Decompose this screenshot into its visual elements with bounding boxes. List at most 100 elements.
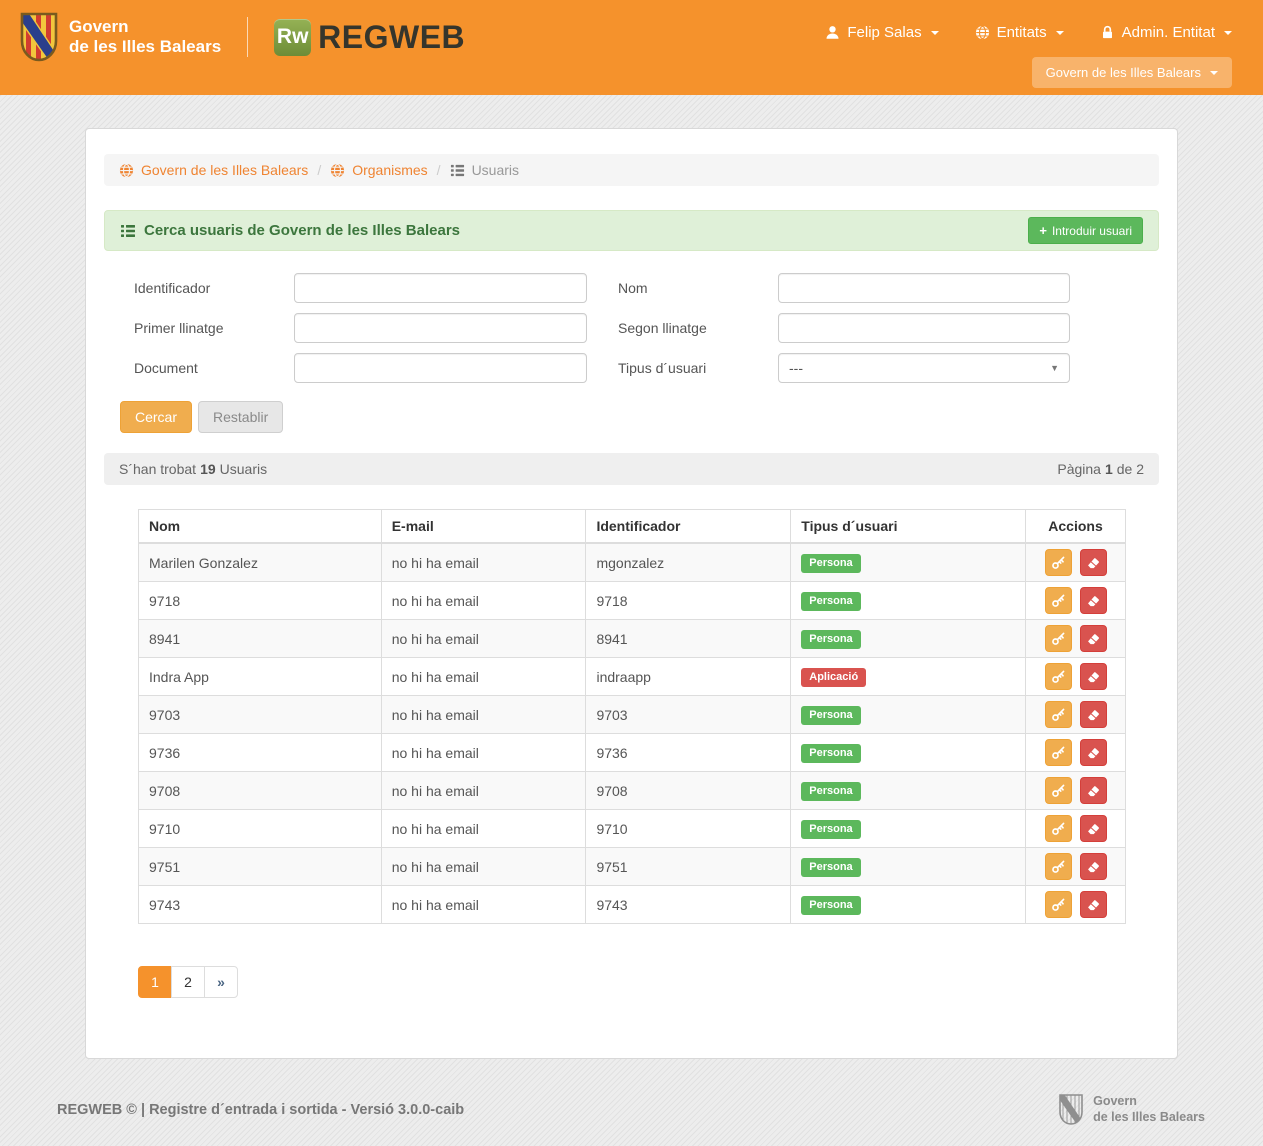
- breadcrumb: Govern de les Illes Balears / Organismes…: [104, 154, 1159, 186]
- cell-accions: [1026, 582, 1126, 620]
- cell-tipus-usuari: Persona: [791, 620, 1026, 658]
- form-field-nom: Nom: [618, 273, 1070, 303]
- cell-nom: Indra App: [139, 658, 382, 696]
- pagination-next-button[interactable]: »: [204, 966, 238, 998]
- key-action-button[interactable]: [1045, 777, 1072, 804]
- form-field-segon-llinatge: Segon llinatge: [618, 313, 1070, 343]
- eraser-action-button[interactable]: [1080, 549, 1107, 576]
- key-action-button[interactable]: [1045, 701, 1072, 728]
- identificador-label: Identificador: [134, 280, 294, 296]
- cell-identificador: indraapp: [586, 658, 791, 696]
- header-divider: [247, 17, 248, 57]
- add-user-button-label: Introduir usuari: [1052, 224, 1132, 238]
- column-header: Identificador: [586, 510, 791, 544]
- table-zone: NomE-mailIdentificadorTipus d´usuariAcci…: [138, 509, 1124, 924]
- breadcrumb-separator: /: [317, 162, 321, 178]
- cell-tipus-usuari: Persona: [791, 543, 1026, 582]
- key-action-button[interactable]: [1045, 625, 1072, 652]
- cell-accions: [1026, 696, 1126, 734]
- table-row: 9703no hi ha email9703Persona: [139, 696, 1126, 734]
- cell-email: no hi ha email: [381, 696, 586, 734]
- eraser-action-button[interactable]: [1080, 815, 1107, 842]
- primer-llinatge-label: Primer llinatge: [134, 320, 294, 336]
- results-bar: S´han trobat 19 Usuaris Pàgina 1 de 2: [104, 453, 1159, 485]
- cell-identificador: 9736: [586, 734, 791, 772]
- eraser-action-button[interactable]: [1080, 701, 1107, 728]
- tipus-usuari-select[interactable]: ---▼: [778, 353, 1070, 383]
- key-icon: [1051, 593, 1066, 608]
- breadcrumb-govern-link[interactable]: Govern de les Illes Balears: [119, 162, 308, 178]
- breadcrumb-usuaris-current: Usuaris: [450, 162, 519, 178]
- breadcrumb-govern-label: Govern de les Illes Balears: [141, 162, 308, 178]
- nav-entitats-menu[interactable]: Entitats: [975, 24, 1064, 41]
- chevron-down-icon: [1210, 71, 1218, 75]
- primer-llinatge-input[interactable]: [294, 313, 587, 343]
- key-action-button[interactable]: [1045, 891, 1072, 918]
- tipus-usuari-label: Tipus d´usuari: [618, 360, 778, 376]
- cell-tipus-usuari: Persona: [791, 582, 1026, 620]
- cell-identificador: 9751: [586, 848, 791, 886]
- nav-user-menu[interactable]: Felip Salas: [825, 24, 938, 41]
- key-icon: [1051, 745, 1066, 760]
- key-action-button[interactable]: [1045, 587, 1072, 614]
- eraser-action-button[interactable]: [1080, 891, 1107, 918]
- segon-llinatge-input[interactable]: [778, 313, 1070, 343]
- form-field-identificador: Identificador: [134, 273, 587, 303]
- key-action-button[interactable]: [1045, 549, 1072, 576]
- table-row: 9710no hi ha email9710Persona: [139, 810, 1126, 848]
- cell-email: no hi ha email: [381, 658, 586, 696]
- list-icon: [450, 163, 465, 178]
- header-nav: Felip Salas Entitats Admin. Entitat: [825, 24, 1232, 41]
- nav-admin-entitat-menu[interactable]: Admin. Entitat: [1100, 24, 1232, 41]
- reset-button[interactable]: Restablir: [198, 401, 283, 433]
- user-type-badge: Persona: [801, 782, 860, 801]
- eraser-action-button[interactable]: [1080, 587, 1107, 614]
- key-icon: [1051, 555, 1066, 570]
- cell-identificador: 9710: [586, 810, 791, 848]
- eraser-action-button[interactable]: [1080, 663, 1107, 690]
- cell-identificador: 9708: [586, 772, 791, 810]
- column-header: E-mail: [381, 510, 586, 544]
- breadcrumb-separator: /: [437, 162, 441, 178]
- cell-email: no hi ha email: [381, 848, 586, 886]
- form-buttons: Cercar Restablir: [120, 401, 1159, 433]
- table-row: Marilen Gonzalezno hi ha emailmgonzalezP…: [139, 543, 1126, 582]
- key-icon: [1051, 631, 1066, 646]
- search-button[interactable]: Cercar: [120, 401, 192, 433]
- eraser-action-button[interactable]: [1080, 739, 1107, 766]
- eraser-icon: [1086, 631, 1101, 646]
- cell-tipus-usuari: Persona: [791, 886, 1026, 924]
- add-user-button[interactable]: Introduir usuari: [1028, 217, 1143, 244]
- document-input[interactable]: [294, 353, 587, 383]
- identificador-input[interactable]: [294, 273, 587, 303]
- pagination: 12»: [138, 966, 238, 998]
- results-summary: S´han trobat 19 Usuaris: [119, 461, 267, 477]
- key-action-button[interactable]: [1045, 853, 1072, 880]
- govern-coat-of-arms-icon: [18, 11, 60, 63]
- cell-tipus-usuari: Persona: [791, 696, 1026, 734]
- entity-selector-button[interactable]: Govern de les Illes Balears: [1032, 57, 1232, 88]
- eraser-action-button[interactable]: [1080, 625, 1107, 652]
- eraser-action-button[interactable]: [1080, 853, 1107, 880]
- key-action-button[interactable]: [1045, 663, 1072, 690]
- key-action-button[interactable]: [1045, 815, 1072, 842]
- key-icon: [1051, 821, 1066, 836]
- page-indicator-suffix: de 2: [1117, 461, 1144, 477]
- column-header: Tipus d´usuari: [791, 510, 1026, 544]
- cell-nom: 9743: [139, 886, 382, 924]
- cell-nom: 9751: [139, 848, 382, 886]
- pagination-page-2[interactable]: 2: [171, 966, 205, 998]
- user-type-badge: Persona: [801, 744, 860, 763]
- nom-input[interactable]: [778, 273, 1070, 303]
- pagination-page-1[interactable]: 1: [138, 966, 172, 998]
- chevron-down-icon: [1224, 31, 1232, 35]
- list-icon: [120, 223, 136, 239]
- eraser-action-button[interactable]: [1080, 777, 1107, 804]
- cell-email: no hi ha email: [381, 810, 586, 848]
- key-action-button[interactable]: [1045, 739, 1072, 766]
- breadcrumb-organismes-link[interactable]: Organismes: [330, 162, 427, 178]
- key-icon: [1051, 859, 1066, 874]
- globe-icon: [330, 163, 345, 178]
- regweb-logo-badge: Rw: [274, 19, 311, 56]
- cell-accions: [1026, 620, 1126, 658]
